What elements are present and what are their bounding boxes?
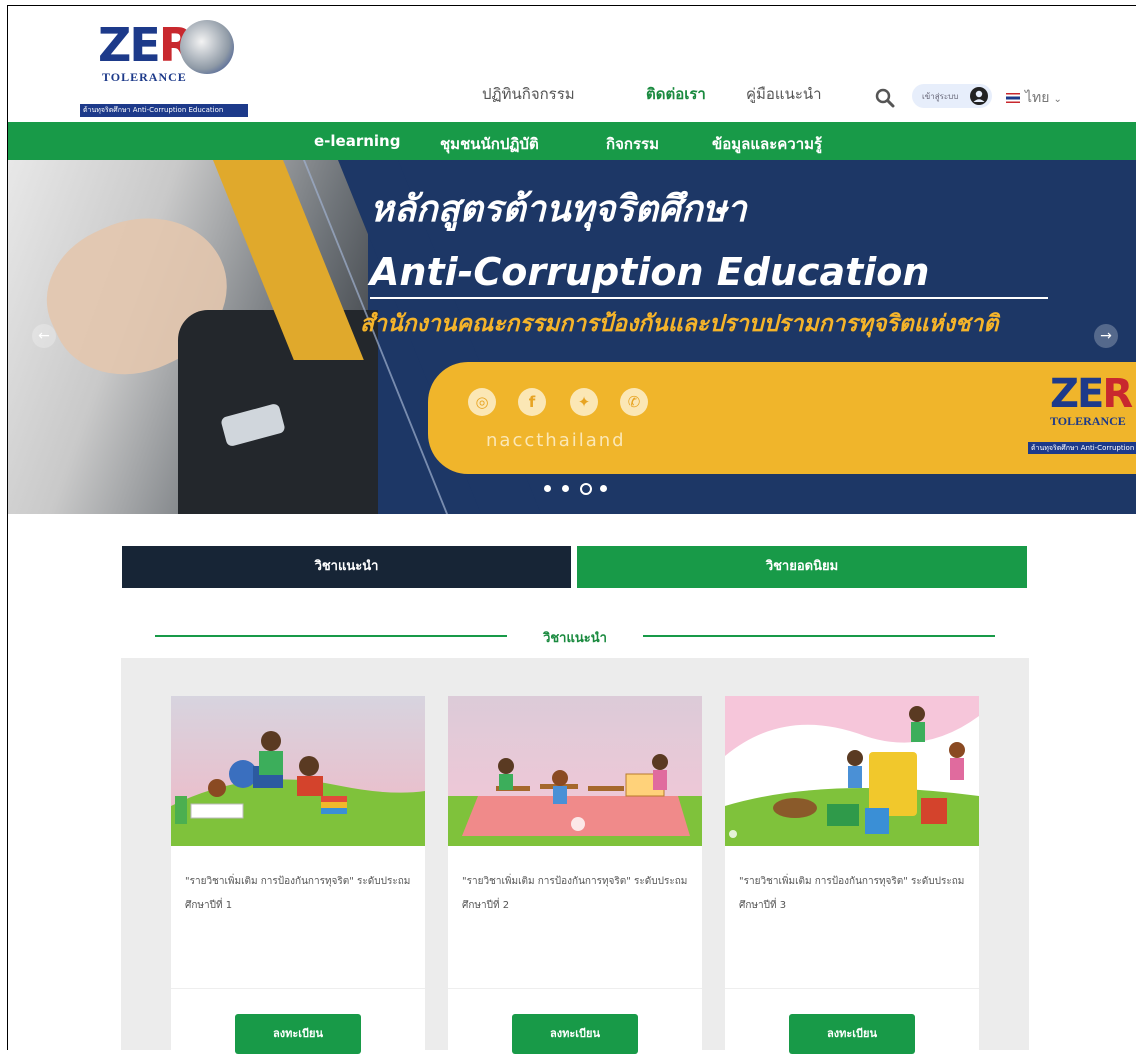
nav-calendar-link[interactable]: ปฏิทินกิจกรรม [482, 82, 575, 106]
logo-subtitle: TOLERANCE [102, 70, 187, 84]
nav-guide-link[interactable]: คู่มือแนะนำ [746, 82, 822, 106]
hero-logo: ZER TOLERANCE ต้านทุจริตศึกษา Anti-Corru… [1028, 374, 1136, 464]
user-avatar-icon [970, 87, 988, 105]
carousel-dot[interactable] [544, 485, 551, 492]
course-description: "รายวิชาเพิ่มเติม การป้องกันการทุจริต" ร… [739, 876, 965, 911]
hero-logo-wordmark: ZER [1050, 371, 1133, 417]
site-logo[interactable]: ZER TOLERANCE ต้านทุจริตศึกษา Anti-Corru… [80, 18, 248, 122]
carousel-dot[interactable] [600, 485, 607, 492]
tab-popular[interactable]: วิชายอดนิยม [577, 546, 1027, 588]
chevron-down-icon: ⌄ [1053, 94, 1062, 105]
nav-knowledge[interactable]: ข้อมูลและความรู้ [712, 132, 822, 156]
login-button[interactable]: เข้าสู่ระบบ [912, 84, 992, 108]
course-card[interactable]: "รายวิชาเพิ่มเติม การป้องกันการทุจริต" ร… [171, 696, 425, 1054]
course-card[interactable]: "รายวิชาเพิ่มเติม การป้องกันการทุจริต" ร… [448, 696, 702, 1054]
logo-wordmark: ZER [98, 18, 194, 72]
course-illustration [725, 696, 979, 846]
nav-elearning[interactable]: e-learning [314, 132, 400, 150]
hero-title-english: Anti-Corruption Education [370, 250, 930, 294]
course-description: "รายวิชาเพิ่มเติม การป้องกันการทุจริต" ร… [185, 876, 411, 911]
carousel-dots [542, 482, 622, 496]
hero-title-thai: หลักสูตรต้านทุจริตศึกษา [370, 189, 747, 230]
course-illustration [448, 696, 702, 846]
facebook-icon: f [518, 388, 546, 416]
nav-activities[interactable]: กิจกรรม [606, 132, 659, 156]
carousel-prev-arrow[interactable]: ← [32, 324, 56, 348]
section-title: วิชาแนะนำ [543, 631, 607, 646]
hero-logo-band: ต้านทุจริตศึกษา Anti-Corruption Educatio… [1028, 442, 1136, 454]
instagram-icon: ◎ [468, 388, 496, 416]
course-description: "รายวิชาเพิ่มเติม การป้องกันการทุจริต" ร… [462, 876, 688, 911]
nav-community[interactable]: ชุมชนนักปฏิบัติ [440, 132, 539, 156]
carousel-dot[interactable] [562, 485, 569, 492]
hero-logo-subtitle: TOLERANCE [1050, 414, 1126, 428]
search-icon[interactable] [875, 88, 895, 108]
hero-carousel: หลักสูตรต้านทุจริตศึกษา Anti-Corruption … [8, 160, 1136, 514]
register-button[interactable]: ลงทะเบียน [789, 1014, 915, 1054]
nav-contact-link[interactable]: ติดต่อเรา [646, 82, 706, 106]
language-label: ไทย [1025, 90, 1050, 106]
course-illustration [171, 696, 425, 846]
tab-recommended[interactable]: วิชาแนะนำ [122, 546, 571, 588]
login-label: เข้าสู่ระบบ [922, 92, 959, 101]
logo-band: ต้านทุจริตศึกษา Anti-Corruption Educatio… [80, 104, 248, 117]
twitter-icon: ✦ [570, 388, 598, 416]
carousel-next-arrow[interactable]: → [1094, 324, 1118, 348]
hero-subtitle: สำนักงานคณะกรรมการป้องกันและปราบปรามการท… [360, 311, 999, 337]
language-selector[interactable]: ไทย ⌄ [1006, 87, 1062, 109]
fist-icon [180, 20, 234, 74]
thai-flag-icon [1006, 93, 1020, 103]
register-button[interactable]: ลงทะเบียน [512, 1014, 638, 1054]
whatsapp-icon: ✆ [620, 388, 648, 416]
section-heading: วิชาแนะนำ [155, 626, 995, 646]
social-handle: naccthailand [486, 430, 626, 451]
carousel-dot-active[interactable] [580, 483, 592, 495]
register-button[interactable]: ลงทะเบียน [235, 1014, 361, 1054]
main-nav-bar: e-learning ชุมชนนักปฏิบัติ กิจกรรม ข้อมู… [8, 122, 1136, 160]
course-card[interactable]: "รายวิชาเพิ่มเติม การป้องกันการทุจริต" ร… [725, 696, 979, 1054]
